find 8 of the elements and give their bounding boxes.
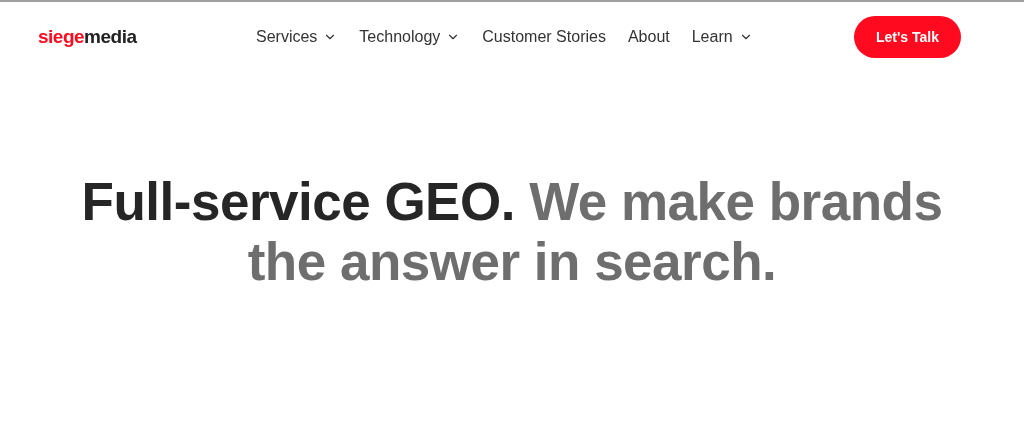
cta-button[interactable]: Let's Talk — [854, 16, 961, 58]
nav-link[interactable]: Services — [256, 25, 338, 49]
nav-link[interactable]: Customer Stories — [482, 25, 606, 49]
nav-link[interactable]: Technology — [359, 25, 461, 49]
nav-link[interactable]: About — [627, 25, 670, 49]
logo[interactable]: siegemedia — [38, 22, 218, 52]
nav-link[interactable]: Learn — [691, 25, 753, 49]
hero-headline: Full-service GEO. We make brands the answer in search. — [80, 172, 944, 292]
